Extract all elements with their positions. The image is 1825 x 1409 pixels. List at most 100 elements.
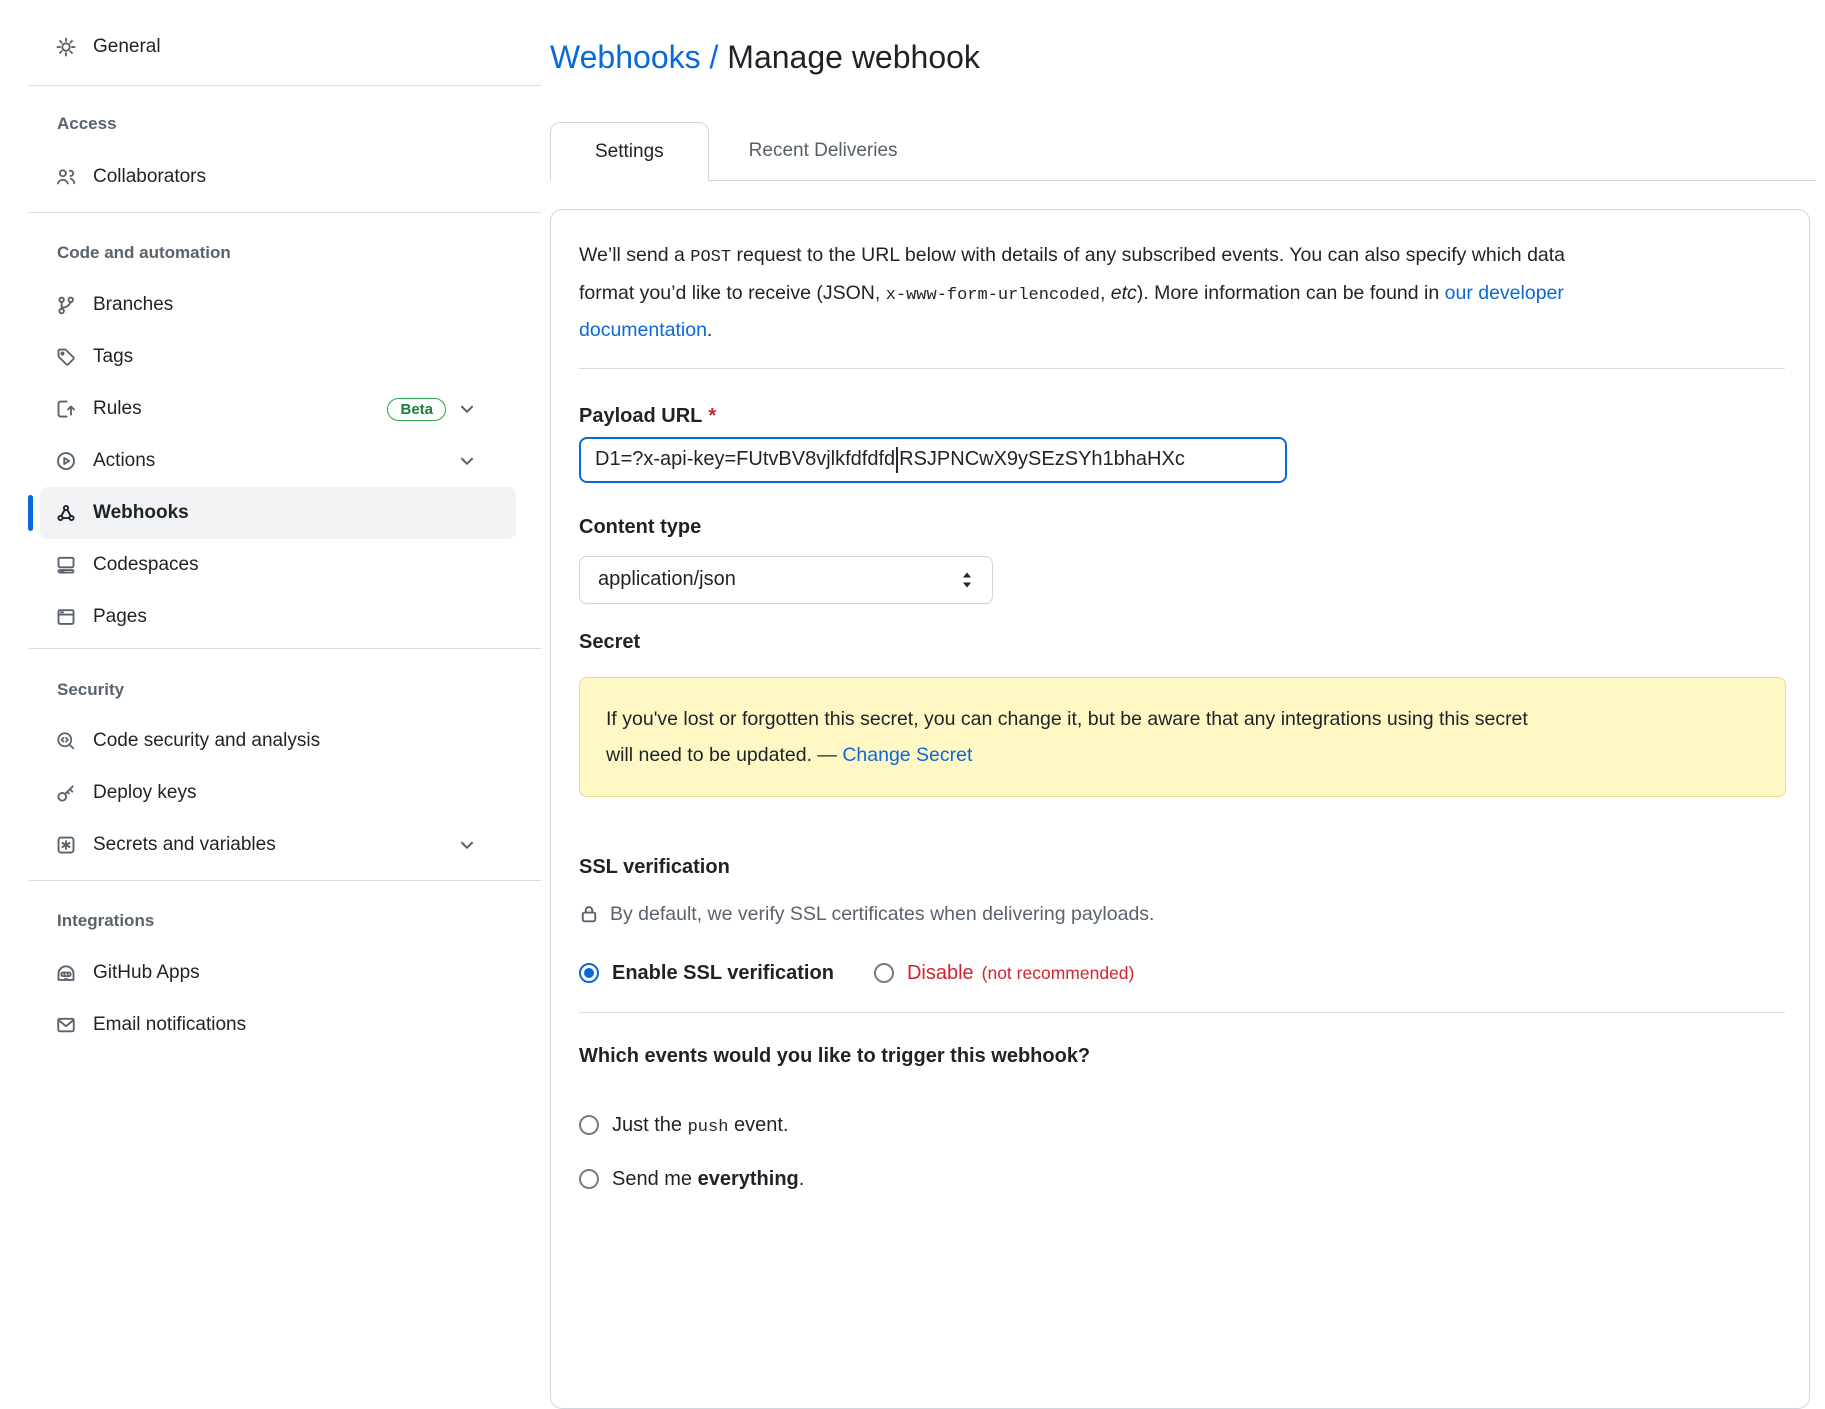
tab-settings[interactable]: Settings bbox=[550, 122, 709, 181]
change-secret-link[interactable]: Change Secret bbox=[842, 744, 972, 766]
sidebar-item-email-notifications[interactable]: Email notifications bbox=[40, 999, 516, 1051]
sidebar-section-code-automation: Code and automation bbox=[26, 240, 540, 266]
sidebar-divider bbox=[28, 85, 541, 86]
codespaces-icon bbox=[56, 555, 76, 575]
gear-icon bbox=[56, 37, 76, 57]
just-push-radio[interactable] bbox=[579, 1115, 599, 1135]
beta-badge: Beta bbox=[387, 398, 446, 421]
sidebar-item-label: Code security and analysis bbox=[93, 730, 320, 752]
updown-arrows-icon bbox=[960, 571, 974, 589]
sidebar-item-label: Collaborators bbox=[93, 166, 206, 188]
tag-icon bbox=[56, 347, 76, 367]
breadcrumb-webhooks-link[interactable]: Webhooks / bbox=[550, 39, 718, 75]
developer-documentation-link[interactable]: documentation bbox=[579, 319, 707, 341]
send-everything-radio[interactable] bbox=[579, 1169, 599, 1189]
sidebar-item-code-security[interactable]: Code security and analysis bbox=[40, 715, 516, 767]
required-asterisk: * bbox=[708, 405, 716, 427]
sidebar-item-tags[interactable]: Tags bbox=[40, 331, 516, 383]
sidebar-item-label: Email notifications bbox=[93, 1014, 246, 1036]
section-divider bbox=[579, 1012, 1785, 1013]
sidebar-item-label: General bbox=[93, 36, 161, 58]
sidebar-item-label: Pages bbox=[93, 606, 147, 628]
just-push-label[interactable]: Just the push event. bbox=[612, 1114, 788, 1137]
section-divider bbox=[579, 368, 1785, 369]
ssl-note: By default, we verify SSL certificates w… bbox=[579, 903, 1785, 926]
page-title: Webhooks / Manage webhook bbox=[550, 34, 1816, 80]
sidebar-item-codespaces[interactable]: Codespaces bbox=[40, 539, 516, 591]
browser-icon bbox=[56, 607, 76, 627]
sidebar-item-secrets-variables[interactable]: Secrets and variables bbox=[40, 819, 516, 871]
sidebar-item-actions[interactable]: Actions bbox=[40, 435, 516, 487]
main-content: Webhooks / Manage webhook Settings Recen… bbox=[550, 0, 1816, 1409]
secret-label: Secret bbox=[579, 631, 1785, 653]
asterisk-box-icon bbox=[56, 835, 76, 855]
payload-url-input[interactable]: D1=?x-api-key=FUtvBV8vjlkfdfdfdRSJPNCwX9… bbox=[579, 437, 1287, 483]
sidebar-item-label: Tags bbox=[93, 346, 133, 368]
people-icon bbox=[56, 167, 76, 187]
sidebar-divider bbox=[28, 880, 541, 881]
payload-url-label: Payload URL* bbox=[579, 405, 1785, 427]
sidebar-item-label: Codespaces bbox=[93, 554, 199, 576]
mail-icon bbox=[56, 1015, 76, 1035]
disable-ssl-radio[interactable] bbox=[874, 963, 894, 983]
git-branch-icon bbox=[56, 295, 76, 315]
payload-url-value-before-caret: D1=?x-api-key=FUtvBV8vjlkfdfdfd bbox=[595, 448, 895, 471]
tabnav: Settings Recent Deliveries bbox=[550, 122, 1816, 181]
webhook-icon bbox=[56, 503, 76, 523]
sidebar-section-integrations: Integrations bbox=[26, 908, 540, 934]
sidebar-item-deploy-keys[interactable]: Deploy keys bbox=[40, 767, 516, 819]
sidebar-item-label: Deploy keys bbox=[93, 782, 197, 804]
events-heading: Which events would you like to trigger t… bbox=[579, 1045, 1785, 1067]
rules-icon bbox=[56, 399, 76, 419]
content-type-select[interactable]: application/json bbox=[579, 556, 993, 604]
sidebar-item-pages[interactable]: Pages bbox=[40, 591, 516, 643]
chevron-down-icon[interactable] bbox=[458, 452, 476, 470]
sidebar-item-label: Actions bbox=[93, 450, 155, 472]
payload-url-value-after-caret: RSJPNCwX9ySEzSYh1bhaHXc bbox=[899, 448, 1185, 471]
sidebar-item-label: Secrets and variables bbox=[93, 834, 276, 856]
intro-text: We’ll send a POST request to the URL bel… bbox=[579, 238, 1785, 348]
hubot-icon bbox=[56, 963, 76, 983]
ssl-verification-heading: SSL verification bbox=[579, 856, 1785, 878]
sidebar-item-general[interactable]: General bbox=[40, 21, 516, 73]
sidebar-item-label: Branches bbox=[93, 294, 173, 316]
events-option-everything: Send me everything. bbox=[579, 1168, 1785, 1191]
sidebar-item-label: Rules bbox=[93, 398, 142, 420]
text-caret bbox=[896, 447, 898, 473]
ssl-radio-group: Enable SSL verification Disable (not rec… bbox=[579, 962, 1785, 985]
lock-icon bbox=[579, 904, 599, 924]
sidebar-divider bbox=[28, 212, 541, 213]
sidebar-divider bbox=[28, 648, 541, 649]
enable-ssl-radio[interactable] bbox=[579, 963, 599, 983]
secret-warning-box: If you've lost or forgotten this secret,… bbox=[579, 677, 1786, 797]
page-title-text: Manage webhook bbox=[718, 39, 980, 75]
sidebar-item-rules[interactable]: Rules Beta bbox=[40, 383, 516, 435]
disable-ssl-note: (not recommended) bbox=[982, 963, 1135, 984]
post-code: POST bbox=[690, 248, 731, 267]
webhook-settings-panel: We’ll send a POST request to the URL bel… bbox=[550, 209, 1810, 1409]
enable-ssl-label[interactable]: Enable SSL verification bbox=[612, 962, 834, 985]
events-option-push: Just the push event. bbox=[579, 1114, 1785, 1137]
sidebar-item-branches[interactable]: Branches bbox=[40, 279, 516, 331]
sidebar-section-access: Access bbox=[26, 111, 540, 137]
developer-documentation-link[interactable]: our developer bbox=[1445, 282, 1564, 304]
sidebar-item-label: Webhooks bbox=[93, 502, 189, 524]
content-type-label: Content type bbox=[579, 516, 1785, 538]
content-type-selected-value: application/json bbox=[598, 568, 736, 591]
send-everything-label[interactable]: Send me everything. bbox=[612, 1168, 804, 1191]
sidebar-item-webhooks[interactable]: Webhooks bbox=[40, 487, 516, 539]
play-icon bbox=[56, 451, 76, 471]
urlencoded-code: x-www-form-urlencoded bbox=[886, 286, 1100, 305]
sidebar-section-security: Security bbox=[26, 677, 540, 703]
tab-recent-deliveries[interactable]: Recent Deliveries bbox=[709, 121, 938, 180]
sidebar-item-label: GitHub Apps bbox=[93, 962, 200, 984]
sidebar-item-github-apps[interactable]: GitHub Apps bbox=[40, 947, 516, 999]
code-scan-icon bbox=[56, 731, 76, 751]
settings-sidebar: General Access Collaborators Code and au… bbox=[0, 0, 540, 1051]
sidebar-item-collaborators[interactable]: Collaborators bbox=[40, 151, 516, 203]
disable-ssl-label[interactable]: Disable bbox=[907, 962, 974, 985]
chevron-down-icon[interactable] bbox=[458, 836, 476, 854]
push-code: push bbox=[688, 1118, 729, 1137]
key-icon bbox=[56, 783, 76, 803]
chevron-down-icon[interactable] bbox=[458, 400, 476, 418]
